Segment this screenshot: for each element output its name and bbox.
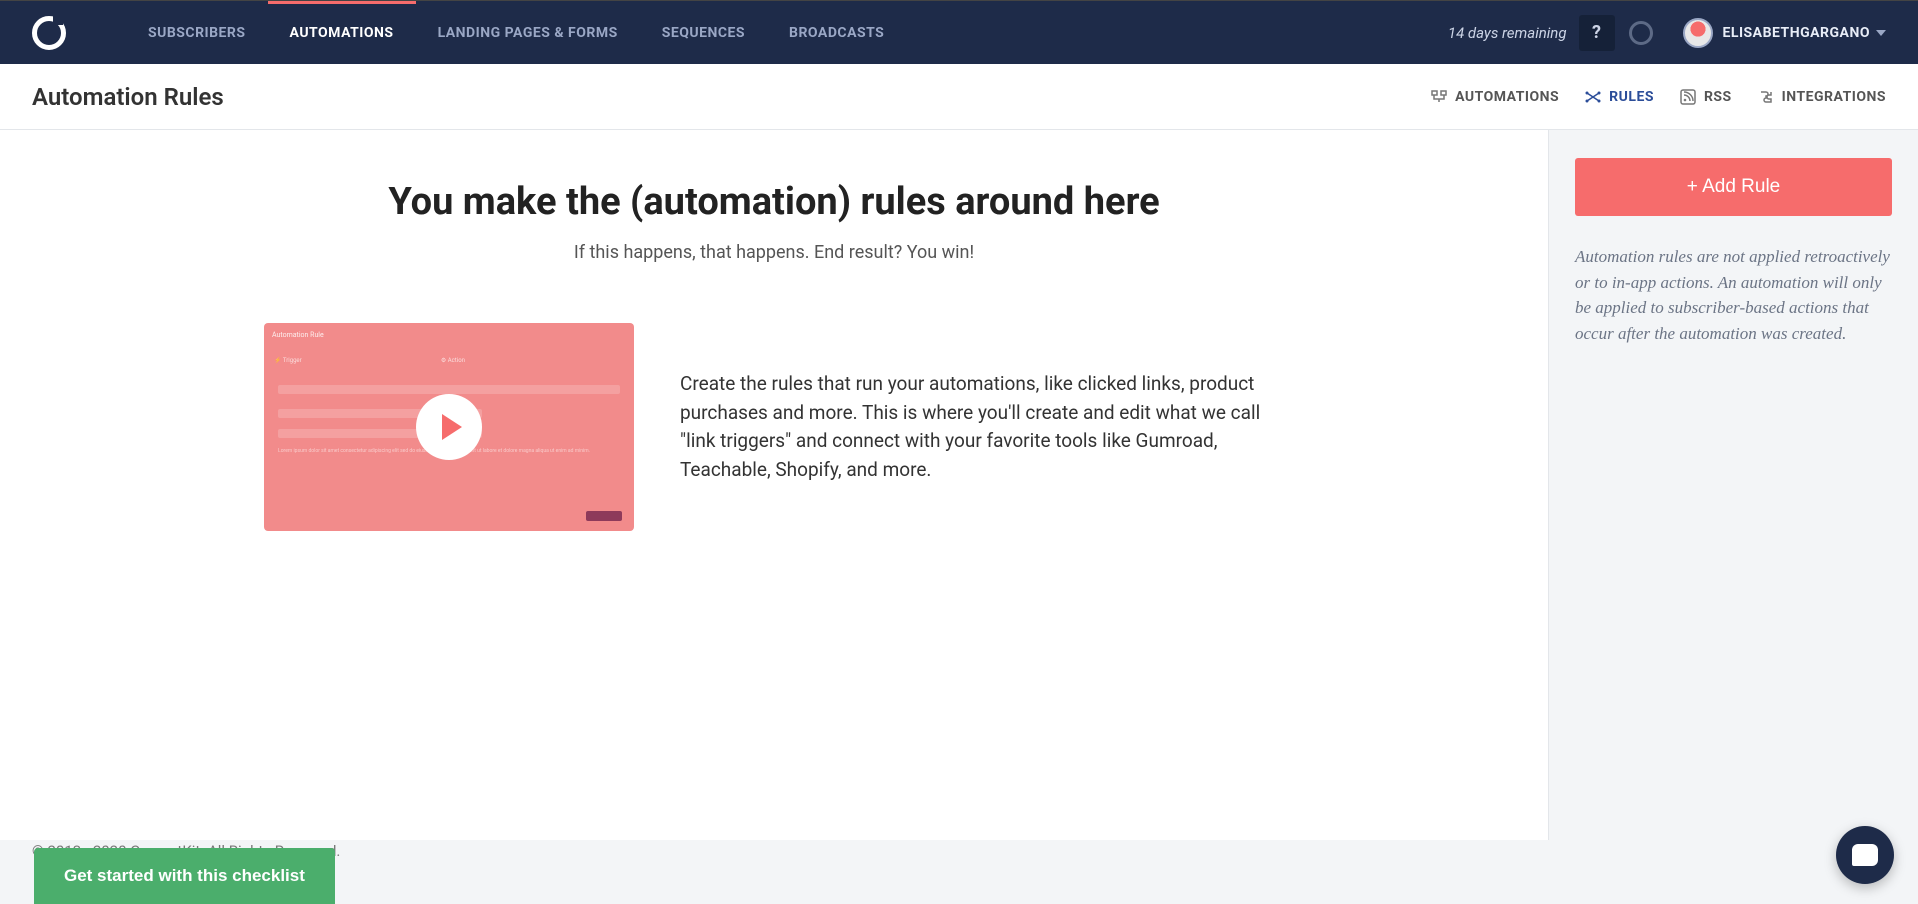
content-area: You make the (automation) rules around h… — [0, 130, 1918, 840]
subtab-label: RULES — [1609, 89, 1654, 105]
main-panel: You make the (automation) rules around h… — [0, 130, 1548, 840]
footer-area: © 2013 - 2020 ConvertKit. All Rights Res… — [0, 840, 1918, 904]
user-menu[interactable]: ELISABETHGARGANO — [1683, 18, 1886, 48]
subtab-integrations[interactable]: INTEGRATIONS — [1758, 89, 1886, 105]
automations-icon — [1431, 89, 1447, 105]
page-title: Automation Rules — [32, 83, 224, 111]
trial-remaining: 14 days remaining — [1448, 24, 1567, 42]
subtab-label: INTEGRATIONS — [1782, 89, 1886, 105]
sub-header: Automation Rules AUTOMATIONS RULES RSS I… — [0, 64, 1918, 130]
subtab-rules[interactable]: RULES — [1585, 89, 1654, 105]
hero-headline: You make the (automation) rules around h… — [388, 180, 1159, 224]
nav-landing-pages-forms[interactable]: LANDING PAGES & FORMS — [416, 1, 640, 65]
nav-automations[interactable]: AUTOMATIONS — [268, 1, 416, 65]
avatar-icon — [1683, 18, 1713, 48]
nav-broadcasts[interactable]: BROADCASTS — [767, 1, 906, 65]
subtab-label: AUTOMATIONS — [1455, 89, 1559, 105]
top-nav: SUBSCRIBERS AUTOMATIONS LANDING PAGES & … — [0, 0, 1918, 64]
add-rule-button[interactable]: + Add Rule — [1575, 158, 1892, 216]
rules-icon — [1585, 89, 1601, 105]
username-label: ELISABETHGARGANO — [1723, 25, 1870, 41]
loading-icon — [1629, 21, 1653, 45]
logo-icon[interactable] — [32, 16, 66, 50]
hero-description: Create the rules that run your automatio… — [680, 370, 1284, 484]
help-button[interactable]: ? — [1579, 15, 1615, 51]
subtab-label: RSS — [1704, 89, 1732, 105]
integrations-icon — [1758, 89, 1774, 105]
sidebar: + Add Rule Automation rules are not appl… — [1548, 130, 1918, 840]
chat-icon — [1852, 844, 1878, 866]
nav-sequences[interactable]: SEQUENCES — [640, 1, 767, 65]
rss-icon — [1680, 89, 1696, 105]
subtab-rss[interactable]: RSS — [1680, 89, 1732, 105]
subtab-automations[interactable]: AUTOMATIONS — [1431, 89, 1559, 105]
nav-subscribers[interactable]: SUBSCRIBERS — [126, 1, 268, 65]
hero-subline: If this happens, that happens. End resul… — [574, 242, 974, 263]
chevron-down-icon — [1876, 30, 1886, 36]
video-thumbnail[interactable]: Automation Rule ⚡ Trigger⚙ Action Lorem … — [264, 323, 634, 531]
chat-widget[interactable] — [1836, 826, 1894, 884]
checklist-button[interactable]: Get started with this checklist — [34, 848, 335, 904]
sidebar-note: Automation rules are not applied retroac… — [1575, 244, 1892, 346]
play-icon — [416, 394, 482, 460]
